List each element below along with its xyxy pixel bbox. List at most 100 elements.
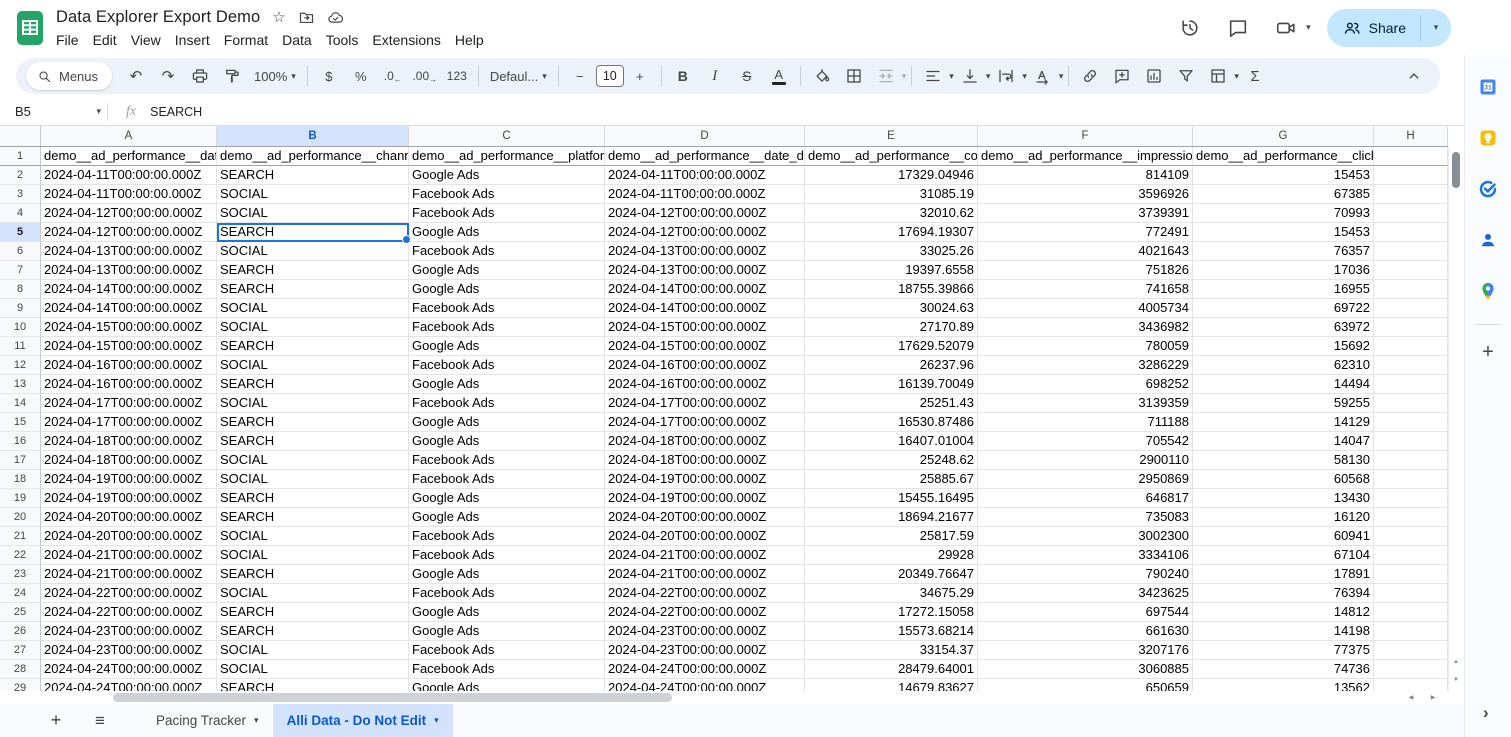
cell-h18[interactable] — [1374, 470, 1448, 489]
row-header-3[interactable]: 3 — [0, 185, 41, 204]
sheet-tab-caret-icon[interactable]: ▾ — [434, 716, 439, 725]
cell-g20[interactable]: 16120 — [1193, 508, 1374, 527]
cell-b11[interactable]: SEARCH — [217, 337, 409, 356]
column-header-b[interactable]: B — [217, 126, 409, 146]
italic-button[interactable]: I — [699, 63, 731, 89]
row-header-24[interactable]: 24 — [0, 584, 41, 603]
cell-c27[interactable]: Facebook Ads — [409, 641, 605, 660]
cell-b1[interactable]: demo__ad_performance__channel — [217, 147, 409, 166]
column-header-c[interactable]: C — [409, 126, 605, 146]
menu-data[interactable]: Data — [275, 30, 319, 50]
cell-c11[interactable]: Google Ads — [409, 337, 605, 356]
share-button[interactable]: Share ▾ — [1327, 9, 1451, 47]
cell-g17[interactable]: 58130 — [1193, 451, 1374, 470]
column-header-f[interactable]: F — [978, 126, 1193, 146]
row-header-14[interactable]: 14 — [0, 394, 41, 413]
cell-f19[interactable]: 646817 — [978, 489, 1193, 508]
cell-f15[interactable]: 711188 — [978, 413, 1193, 432]
cell-e27[interactable]: 33154.37 — [805, 641, 978, 660]
google-maps-icon[interactable] — [1478, 281, 1498, 301]
row-header-27[interactable]: 27 — [0, 641, 41, 660]
cell-c28[interactable]: Facebook Ads — [409, 660, 605, 679]
cell-d19[interactable]: 2024-04-19T00:00:00.000Z — [605, 489, 805, 508]
cell-h15[interactable] — [1374, 413, 1448, 432]
cell-d14[interactable]: 2024-04-17T00:00:00.000Z — [605, 394, 805, 413]
scroll-left-button[interactable]: ◀ — [1402, 692, 1420, 703]
cell-e22[interactable]: 29928 — [805, 546, 978, 565]
cell-d3[interactable]: 2024-04-11T00:00:00.000Z — [605, 185, 805, 204]
cell-c10[interactable]: Facebook Ads — [409, 318, 605, 337]
meet-caret-icon[interactable]: ▾ — [1306, 23, 1311, 32]
cell-h28[interactable] — [1374, 660, 1448, 679]
row-header-11[interactable]: 11 — [0, 337, 41, 356]
cell-f13[interactable]: 698252 — [978, 375, 1193, 394]
column-header-h[interactable]: H — [1374, 126, 1448, 146]
cell-f25[interactable]: 697544 — [978, 603, 1193, 622]
cloud-save-status-icon[interactable] — [327, 9, 344, 26]
all-sheets-icon[interactable]: ≡ — [84, 705, 116, 737]
cell-f22[interactable]: 3334106 — [978, 546, 1193, 565]
sheet-tab-alli-data-do-not-edit[interactable]: Alli Data - Do Not Edit▾ — [273, 704, 453, 737]
cell-d7[interactable]: 2024-04-13T00:00:00.000Z — [605, 261, 805, 280]
cell-h5[interactable] — [1374, 223, 1448, 242]
undo-button[interactable]: ↶ — [120, 63, 152, 89]
cell-c7[interactable]: Google Ads — [409, 261, 605, 280]
google-contacts-icon[interactable] — [1478, 230, 1498, 250]
menu-edit[interactable]: Edit — [86, 30, 124, 50]
cell-a11[interactable]: 2024-04-15T00:00:00.000Z — [41, 337, 217, 356]
cell-h6[interactable] — [1374, 242, 1448, 261]
cell-e4[interactable]: 32010.62 — [805, 204, 978, 223]
cell-e28[interactable]: 28479.64001 — [805, 660, 978, 679]
row-header-28[interactable]: 28 — [0, 660, 41, 679]
cell-h4[interactable] — [1374, 204, 1448, 223]
cell-e12[interactable]: 26237.96 — [805, 356, 978, 375]
cell-a3[interactable]: 2024-04-11T00:00:00.000Z — [41, 185, 217, 204]
cell-h14[interactable] — [1374, 394, 1448, 413]
cell-b24[interactable]: SOCIAL — [217, 584, 409, 603]
cell-g15[interactable]: 14129 — [1193, 413, 1374, 432]
cell-h9[interactable] — [1374, 299, 1448, 318]
cell-g2[interactable]: 15453 — [1193, 166, 1374, 185]
text-wrap-button[interactable] — [990, 63, 1022, 89]
cell-c16[interactable]: Google Ads — [409, 432, 605, 451]
cell-e20[interactable]: 18694.21677 — [805, 508, 978, 527]
horizontal-align-button[interactable] — [917, 63, 949, 89]
row-header-16[interactable]: 16 — [0, 432, 41, 451]
cell-g3[interactable]: 67385 — [1193, 185, 1374, 204]
cell-a17[interactable]: 2024-04-18T00:00:00.000Z — [41, 451, 217, 470]
cell-g1[interactable]: demo__ad_performance__clicks — [1193, 147, 1374, 166]
cell-d28[interactable]: 2024-04-24T00:00:00.000Z — [605, 660, 805, 679]
cell-d18[interactable]: 2024-04-19T00:00:00.000Z — [605, 470, 805, 489]
bold-button[interactable]: B — [667, 63, 699, 89]
cell-f9[interactable]: 4005734 — [978, 299, 1193, 318]
row-header-8[interactable]: 8 — [0, 280, 41, 299]
cell-g27[interactable]: 77375 — [1193, 641, 1374, 660]
cell-b3[interactable]: SOCIAL — [217, 185, 409, 204]
cell-d9[interactable]: 2024-04-14T00:00:00.000Z — [605, 299, 805, 318]
cell-h2[interactable] — [1374, 166, 1448, 185]
video-camera-icon[interactable] — [1266, 8, 1306, 48]
cell-g10[interactable]: 63972 — [1193, 318, 1374, 337]
cell-g9[interactable]: 69722 — [1193, 299, 1374, 318]
cell-h16[interactable] — [1374, 432, 1448, 451]
cell-c15[interactable]: Google Ads — [409, 413, 605, 432]
cell-c23[interactable]: Google Ads — [409, 565, 605, 584]
cell-a8[interactable]: 2024-04-14T00:00:00.000Z — [41, 280, 217, 299]
cell-f1[interactable]: demo__ad_performance__impressions — [978, 147, 1193, 166]
cell-c24[interactable]: Facebook Ads — [409, 584, 605, 603]
avatar[interactable]: A — [1467, 13, 1497, 43]
cell-g21[interactable]: 60941 — [1193, 527, 1374, 546]
cell-g13[interactable]: 14494 — [1193, 375, 1374, 394]
sheets-logo-icon[interactable] — [16, 10, 44, 46]
redo-button[interactable]: ↷ — [152, 63, 184, 89]
cell-h8[interactable] — [1374, 280, 1448, 299]
cell-b28[interactable]: SOCIAL — [217, 660, 409, 679]
cell-b25[interactable]: SEARCH — [217, 603, 409, 622]
cell-g5[interactable]: 15453 — [1193, 223, 1374, 242]
decrease-font-size-button[interactable]: − — [564, 63, 596, 89]
cell-b7[interactable]: SEARCH — [217, 261, 409, 280]
menu-file[interactable]: File — [49, 30, 86, 50]
cell-a9[interactable]: 2024-04-14T00:00:00.000Z — [41, 299, 217, 318]
name-box[interactable]: B5 ▾ — [0, 104, 101, 119]
cell-e2[interactable]: 17329.04946 — [805, 166, 978, 185]
